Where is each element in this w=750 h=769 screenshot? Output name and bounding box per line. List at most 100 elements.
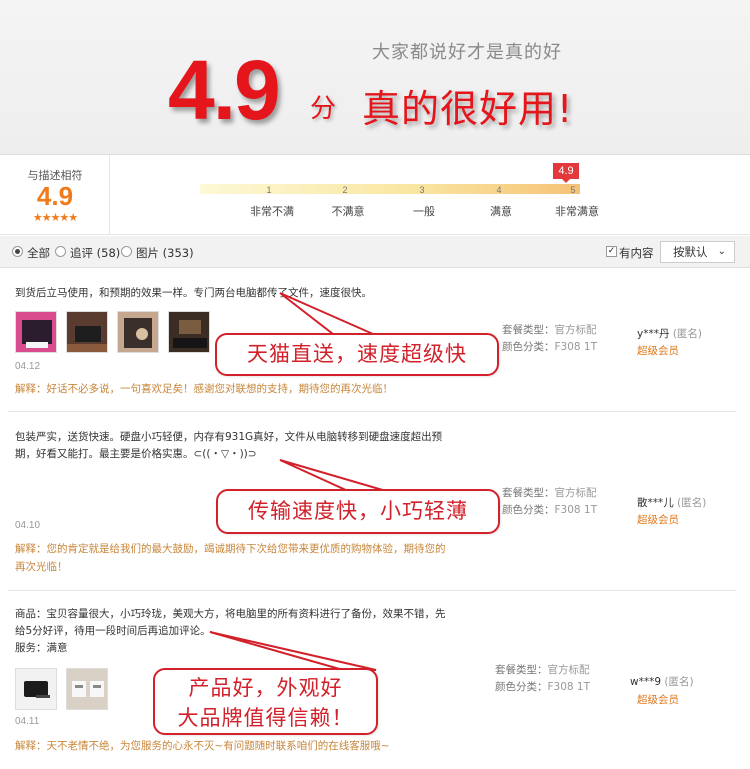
reviewer-anon: (匿名): [677, 497, 707, 509]
rating-marker: 4.9: [553, 163, 579, 183]
reviewer-name: w***9 (匿名): [630, 674, 694, 689]
color-label: 颜色分类：: [502, 341, 555, 353]
chevron-down-icon: ⌄: [717, 246, 726, 257]
hero-banner: 大家都说好才是真的好 4.9 分 真的很好用!: [0, 0, 750, 155]
review-text-line: 商品：宝贝容量很大，小巧玲珑，美观大方，将电脑里的所有资料进行了备份，效果不错，…: [15, 608, 446, 620]
photo-thumbnail-icon: [16, 669, 56, 709]
review-text-line: 给5分好评，待用一段时间后再追加评论。: [15, 625, 211, 637]
reviewer-name: y***丹 (匿名): [637, 326, 702, 341]
callout-pointer: [279, 459, 387, 492]
reviewer-name: 散***儿 (匿名): [637, 495, 706, 510]
has-content-label[interactable]: 有内容: [619, 245, 654, 261]
review-service: 服务：满意: [15, 642, 68, 654]
scale-num: 1: [266, 185, 272, 195]
seller-reply: 解释：天不老情不绝，为您服务的心永不灭~有问题随时联系咱们的在线客服哦~: [15, 740, 390, 752]
scale-label: 一般: [413, 205, 435, 218]
review-color: 颜色分类：F308 1T: [495, 679, 590, 695]
review-photo[interactable]: [117, 311, 159, 353]
filter-all-label[interactable]: 全部: [27, 245, 50, 261]
filter-pictures-radio[interactable]: [121, 246, 132, 257]
reviewer-nick: 散***儿: [637, 497, 674, 509]
sort-select-value: 按默认: [673, 245, 708, 259]
review-photo[interactable]: [66, 668, 108, 710]
reviewer-level: 超级会员: [637, 514, 679, 526]
reviewer-nick: w***9: [630, 676, 662, 688]
package-label: 套餐类型：: [502, 487, 555, 499]
callout-pointer: [279, 292, 374, 335]
seller-reply-line: 再次光临！: [15, 561, 68, 573]
rating-scale-bar: [200, 184, 580, 194]
scale-label: 非常不满: [250, 205, 294, 218]
review-item: 到货后立马使用，和预期的效果一样。专门两台电脑都传了文件，速度很快。 04.12…: [8, 269, 736, 412]
package-value: 官方标配: [554, 324, 597, 336]
review-filter-bar: 全部 追评 (58) 图片 (353) ✓ 有内容 按默认 ⌄: [0, 236, 750, 268]
review-photos: [15, 311, 210, 353]
rating-score: 4.9: [36, 181, 74, 211]
review-date: 04.10: [15, 520, 41, 531]
hero-tagline: 大家都说好才是真的好: [372, 42, 562, 63]
review-photo[interactable]: [15, 668, 57, 710]
rating-stars: ★★★★★: [32, 211, 78, 224]
overall-rating: 与描述相符 4.9 ★★★★★: [0, 155, 110, 235]
callout-bubble: 产品好，外观好 大品牌值得信赖！: [153, 668, 378, 735]
hero-score-unit: 分: [310, 94, 337, 124]
review-date: 04.12: [15, 361, 41, 372]
scale-label: 不满意: [331, 205, 365, 218]
review-color: 颜色分类：F308 1T: [502, 339, 597, 355]
photo-thumbnail-icon: [16, 312, 56, 352]
review-package: 套餐类型：官方标配: [502, 322, 597, 338]
review-item: 商品：宝贝容量很大，小巧玲珑，美观大方，将电脑里的所有资料进行了备份，效果不错，…: [8, 592, 736, 769]
filter-pictures-label[interactable]: 图片 (353): [136, 245, 194, 261]
rating-summary: 与描述相符 4.9 ★★★★★ 4.9 1 2 3 4 5 非常不满 不满意 一…: [0, 155, 750, 235]
seller-reply: 解释：好话不必多说，一句喜欢足矣！感谢您对联想的支持，期待您的再次光临！: [15, 383, 393, 395]
callout-bubble: 天猫直送，速度超级快: [215, 333, 499, 376]
review-date: 04.11: [15, 716, 40, 727]
hero-slogan: 真的很好用!: [362, 87, 574, 131]
photo-thumbnail-icon: [118, 312, 158, 352]
sort-select[interactable]: 按默认 ⌄: [660, 241, 735, 263]
scale-label: 满意: [490, 205, 512, 218]
reviewer-level: 超级会员: [637, 694, 679, 706]
review-text-line: 期，好看又能打。最主要是价格实惠。⊂((・▽・))⊃: [15, 448, 257, 460]
filter-followup-label[interactable]: 追评 (58): [70, 245, 120, 261]
callout-pointer: [209, 631, 377, 671]
callout-line: 产品好，外观好: [188, 676, 343, 700]
review-package: 套餐类型：官方标配: [502, 485, 597, 501]
package-label: 套餐类型：: [495, 664, 548, 676]
filter-all-radio[interactable]: [12, 246, 23, 257]
color-label: 颜色分类：: [495, 681, 548, 693]
review-item: 包装严实，送货快速。硬盘小巧轻便，内存有931G真好，文件从电脑转移到硬盘速度超…: [8, 413, 736, 591]
color-value: F308 1T: [554, 504, 598, 516]
review-photo[interactable]: [66, 311, 108, 353]
review-color: 颜色分类：F308 1T: [502, 502, 597, 518]
reviewer-nick: y***丹: [637, 328, 670, 340]
hero-score: 4.9: [168, 43, 281, 137]
scale-num: 3: [419, 185, 425, 195]
color-label: 颜色分类：: [502, 504, 555, 516]
scale-label: 非常满意: [555, 205, 599, 218]
filter-followup-radio[interactable]: [55, 246, 66, 257]
scale-num: 4: [496, 185, 502, 195]
review-text-line: 包装严实，送货快速。硬盘小巧轻便，内存有931G真好，文件从电脑转移到硬盘速度超…: [15, 431, 443, 443]
seller-reply-line: 解释：您的肯定就是给我们的最大鼓励，竭诚期待下次给您带来更优质的购物体验，期待您…: [15, 543, 446, 555]
photo-thumbnail-icon: [67, 312, 107, 352]
callout-bubble: 传输速度快，小巧轻薄: [216, 489, 500, 534]
scale-num: 2: [342, 185, 348, 195]
reviewer-anon: (匿名): [664, 676, 694, 688]
review-photo[interactable]: [15, 311, 57, 353]
review-package: 套餐类型：官方标配: [495, 662, 590, 678]
scale-num: 5: [570, 185, 576, 195]
callout-line: 大品牌值得信赖！: [177, 706, 354, 730]
photo-thumbnail-icon: [169, 312, 209, 352]
has-content-checkbox[interactable]: ✓: [606, 246, 617, 257]
color-value: F308 1T: [554, 341, 598, 353]
package-label: 套餐类型：: [502, 324, 555, 336]
photo-thumbnail-icon: [67, 669, 107, 709]
color-value: F308 1T: [547, 681, 591, 693]
package-value: 官方标配: [554, 487, 597, 499]
review-photo[interactable]: [168, 311, 210, 353]
package-value: 官方标配: [547, 664, 590, 676]
review-photos: [15, 668, 108, 710]
reviewer-level: 超级会员: [637, 345, 679, 357]
reviewer-anon: (匿名): [672, 328, 703, 340]
